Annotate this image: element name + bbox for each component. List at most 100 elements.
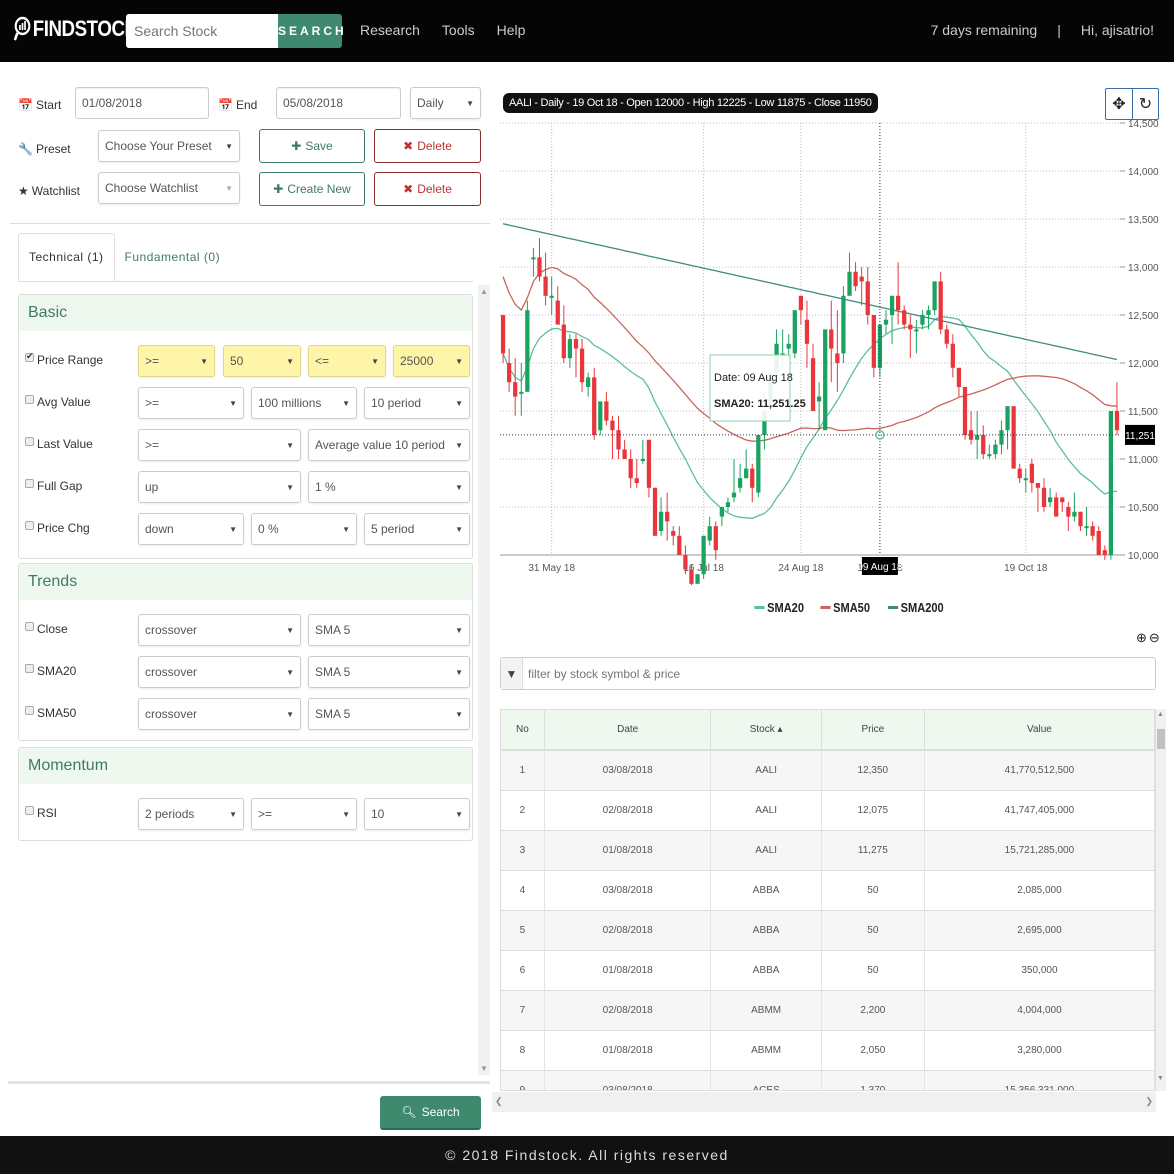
- tab-technical[interactable]: Technical (1): [18, 233, 115, 281]
- start-date-input[interactable]: 01/08/2018: [75, 87, 209, 119]
- table-row[interactable]: 7 02/08/2018 ABMM 2,200 4,004,000: [501, 990, 1155, 1031]
- scroll-right-icon[interactable]: ❯: [1145, 1096, 1153, 1107]
- column-header[interactable]: Value: [924, 710, 1155, 751]
- price-range-op2[interactable]: <= ▼: [308, 345, 386, 377]
- column-header[interactable]: No: [501, 710, 545, 751]
- column-header[interactable]: Date: [544, 710, 712, 751]
- delete-watchlist-button[interactable]: ✖ Delete: [374, 172, 481, 206]
- table-cell: 12,350: [821, 750, 925, 791]
- stock-search-input[interactable]: [126, 14, 278, 48]
- crosshair-y-label: 11,251: [1125, 431, 1155, 442]
- preset-select[interactable]: Choose Your Preset ▼: [98, 130, 240, 162]
- tab-fundamental[interactable]: Fundamental (0): [115, 233, 231, 281]
- table-row[interactable]: 8 01/08/2018 ABMM 2,050 3,280,000: [501, 1030, 1155, 1071]
- sma50-checkbox[interactable]: [25, 705, 34, 715]
- full-gap-checkbox[interactable]: [25, 478, 34, 488]
- close-checkbox[interactable]: [25, 621, 34, 631]
- zoom-out-icon[interactable]: ⊖: [1149, 630, 1160, 646]
- zoom-in-icon[interactable]: ⊕: [1136, 630, 1147, 646]
- select-value: down: [145, 522, 174, 536]
- sma20-condition[interactable]: crossover ▼: [138, 656, 301, 688]
- y-tick-label: 10,000: [1128, 551, 1159, 562]
- price-chg-percent[interactable]: 0 % ▼: [251, 513, 357, 545]
- scroll-down-icon[interactable]: ▼: [1157, 1075, 1164, 1082]
- criteria-scrollbar[interactable]: ▲ ▼: [478, 285, 490, 1075]
- delete-preset-button[interactable]: ✖ Delete: [374, 129, 481, 163]
- price-range-max[interactable]: 25000 ▼: [393, 345, 470, 377]
- last-value-checkbox[interactable]: [25, 436, 34, 446]
- screener-panel: 📅 Start 01/08/2018 📅 End 05/08/2018 Daily ▼…: [0, 62, 492, 1136]
- table-row[interactable]: 5 02/08/2018 ABBA 50 2,695,000: [501, 910, 1155, 951]
- scroll-up-icon[interactable]: ▲: [480, 287, 488, 296]
- candle-body: [731, 492, 737, 498]
- price-chg-checkbox[interactable]: [25, 520, 34, 530]
- calendar-icon: 📅: [18, 98, 33, 112]
- stock-search-button[interactable]: SEARCH: [278, 14, 344, 48]
- price-range-op1[interactable]: >= ▼: [138, 345, 215, 377]
- legend-sma200[interactable]: SMA200: [887, 600, 943, 615]
- filter-row-price-chg: Price Chg down ▼ 0 % ▼ 5 period ▼: [19, 513, 472, 545]
- filter-row-full-gap: Full Gap up ▼ 1 % ▼: [19, 471, 472, 503]
- rsi-op[interactable]: >= ▼: [251, 798, 357, 830]
- avg-value-checkbox[interactable]: [25, 394, 34, 404]
- tooltip-box: [709, 354, 791, 422]
- sma20-checkbox[interactable]: [25, 663, 34, 673]
- table-row[interactable]: 2 02/08/2018 AALI 12,075 41,747,405,000: [501, 790, 1155, 831]
- legend-sma50[interactable]: SMA50: [820, 600, 870, 615]
- table-row[interactable]: 1 03/08/2018 AALI 12,350 41,770,512,500: [501, 750, 1155, 791]
- full-gap-percent[interactable]: 1 % ▼: [308, 471, 470, 503]
- table-row[interactable]: 3 01/08/2018 AALI 11,275 15,721,285,000: [501, 830, 1155, 871]
- table-vertical-scrollbar[interactable]: ▲ ▼: [1156, 709, 1166, 1091]
- sma50-indicator[interactable]: SMA 5 ▼: [308, 698, 470, 730]
- price-chg-direction[interactable]: down ▼: [138, 513, 244, 545]
- column-header[interactable]: Stock ▴: [710, 710, 822, 751]
- full-gap-direction[interactable]: up ▼: [138, 471, 301, 503]
- rsi-period[interactable]: 2 periods ▼: [138, 798, 244, 830]
- brand-logo[interactable]: FINDSTOCK: [14, 16, 138, 42]
- rsi-checkbox[interactable]: [25, 805, 34, 815]
- avg-value-period[interactable]: 10 period ▼: [364, 387, 470, 419]
- nav-tools[interactable]: Tools: [442, 22, 475, 38]
- price-range-checkbox[interactable]: [25, 351, 34, 362]
- scroll-thumb[interactable]: [1157, 729, 1165, 749]
- table-row[interactable]: 9 03/08/2018 ACES 1,370 15,356,331,000: [501, 1070, 1155, 1090]
- nav-help[interactable]: Help: [497, 22, 526, 38]
- legend-sma20[interactable]: SMA20: [754, 600, 804, 615]
- price-chg-period[interactable]: 5 period ▼: [364, 513, 470, 545]
- user-greeting[interactable]: Hi, ajisatrio!: [1081, 22, 1154, 38]
- last-value-compare[interactable]: Average value 10 period ▼: [308, 429, 470, 461]
- user-area: 7 days remaining | Hi, ajisatrio!: [931, 22, 1154, 38]
- price-range-min[interactable]: 50 ▼: [223, 345, 301, 377]
- scroll-up-icon[interactable]: ▲: [1157, 711, 1164, 718]
- last-value-op[interactable]: >= ▼: [138, 429, 301, 461]
- end-date-input[interactable]: 05/08/2018: [276, 87, 401, 119]
- create-watchlist-button[interactable]: ✚ Create New: [259, 172, 365, 206]
- sma20-indicator[interactable]: SMA 5 ▼: [308, 656, 470, 688]
- close-condition[interactable]: crossover ▼: [138, 614, 301, 646]
- table-row[interactable]: 6 01/08/2018 ABBA 50 350,000: [501, 950, 1155, 991]
- watchlist-select[interactable]: Choose Watchlist ▼: [98, 172, 240, 204]
- rsi-value[interactable]: 10 ▼: [364, 798, 470, 830]
- candle-body: [689, 569, 694, 584]
- scroll-down-icon[interactable]: ▼: [480, 1064, 488, 1073]
- table-row[interactable]: 4 03/08/2018 ABBA 50 2,085,000: [501, 870, 1155, 911]
- run-search-button[interactable]: 🔍︎ Search: [380, 1096, 481, 1130]
- close-indicator[interactable]: SMA 5 ▼: [308, 614, 470, 646]
- result-filter-input[interactable]: [523, 666, 1123, 681]
- price-chart[interactable]: 10,000 10,500 11,000 11,500 12,000 12,500 13,0…: [495, 115, 1174, 585]
- save-preset-button[interactable]: ✚ Save: [259, 129, 365, 163]
- table-cell: 12,075: [821, 790, 925, 831]
- avg-value-amount[interactable]: 100 millions ▼: [251, 387, 357, 419]
- candle-body: [592, 377, 597, 435]
- table-horizontal-scrollbar[interactable]: ❮ ❯: [492, 1092, 1156, 1112]
- interval-select[interactable]: Daily ▼: [410, 87, 481, 119]
- scroll-left-icon[interactable]: ❮: [495, 1096, 503, 1107]
- table-cell: 6: [501, 950, 545, 991]
- avg-value-op[interactable]: >= ▼: [138, 387, 244, 419]
- nav-research[interactable]: Research: [360, 22, 420, 38]
- brand-name: FINDSTOCK: [32, 16, 138, 41]
- candle-body: [956, 367, 962, 387]
- table-cell: ABMM: [710, 990, 822, 1031]
- column-header[interactable]: Price: [821, 710, 925, 751]
- sma50-condition[interactable]: crossover ▼: [138, 698, 301, 730]
